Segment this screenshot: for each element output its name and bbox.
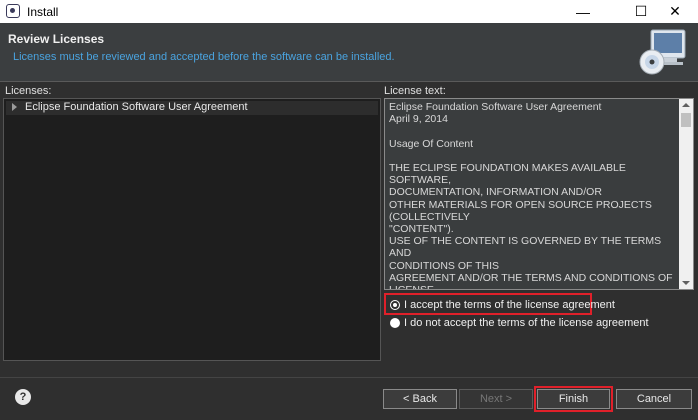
footer-divider [0,377,698,378]
minimize-button[interactable]: — [560,0,606,23]
eclipse-app-icon [6,4,20,18]
accept-radio-option[interactable]: I accept the terms of the license agreem… [390,297,615,313]
licenses-tree[interactable]: Eclipse Foundation Software User Agreeme… [3,98,381,361]
page-title: Review Licenses [8,32,105,46]
licenses-label: Licenses: [5,85,52,97]
license-text-box[interactable]: Eclipse Foundation Software User Agreeme… [384,98,694,290]
license-tree-item[interactable]: Eclipse Foundation Software User Agreeme… [6,101,378,115]
back-button[interactable]: < Back [383,389,457,409]
scroll-up-arrow-icon[interactable] [682,103,690,107]
decline-radio-button[interactable] [390,318,400,328]
decline-radio-label[interactable]: I do not accept the terms of the license… [404,317,649,329]
license-text-label: License text: [384,85,446,97]
cd-install-icon [639,29,686,75]
accept-radio-button[interactable] [390,300,400,310]
wizard-header: Review Licenses Licenses must be reviewe… [0,23,698,81]
finish-button[interactable]: Finish [537,389,610,409]
license-text-content: Eclipse Foundation Software User Agreeme… [389,101,673,289]
license-text-scrollbar[interactable] [679,99,693,289]
decline-radio-option[interactable]: I do not accept the terms of the license… [390,315,649,331]
window-title: Install [27,5,59,19]
page-description: Licenses must be reviewed and accepted b… [13,51,395,63]
next-button[interactable]: Next > [459,389,533,409]
cancel-button[interactable]: Cancel [616,389,692,409]
expand-arrow-icon[interactable] [12,103,17,111]
header-divider [0,81,698,82]
scrollbar-thumb[interactable] [681,113,691,127]
scroll-down-arrow-icon[interactable] [682,281,690,285]
accept-radio-label[interactable]: I accept the terms of the license agreem… [404,299,615,311]
help-icon[interactable]: ? [15,389,31,405]
close-button[interactable]: ✕ [652,0,698,23]
license-tree-item-label: Eclipse Foundation Software User Agreeme… [25,101,248,113]
title-bar: Install — ☐ ✕ [0,0,698,23]
